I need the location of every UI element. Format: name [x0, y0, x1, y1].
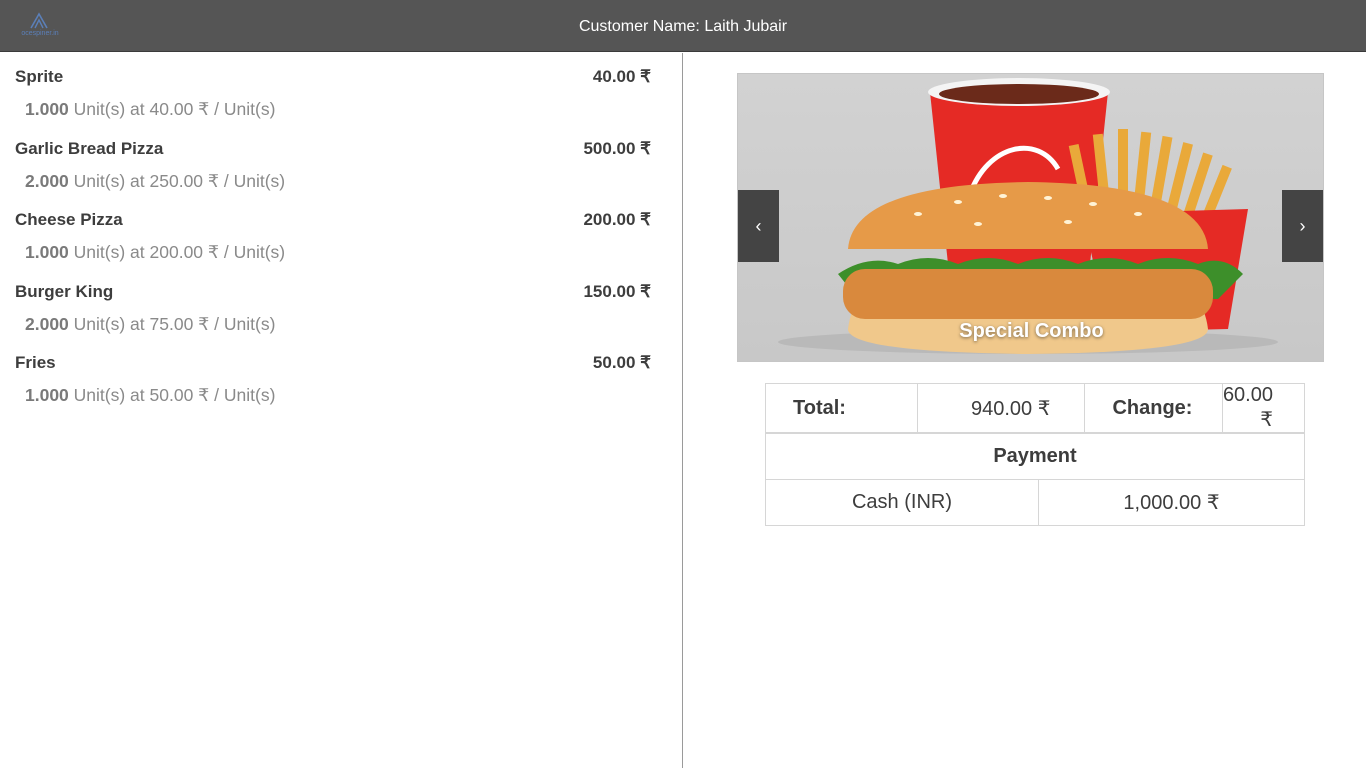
order-line-garlic-bread-pizza[interactable]: Garlic Bread Pizza 500.00 ₹ 2.000 Unit(s…: [0, 125, 682, 197]
order-line-fries[interactable]: Fries 50.00 ₹ 1.000 Unit(s) at 50.00 ₹ /…: [0, 339, 682, 411]
order-line-name: Burger King: [15, 281, 114, 301]
change-value: 60.00 ₹: [1222, 383, 1306, 433]
order-line-detail: 1.000 Unit(s) at 200.00 ₹ / Unit(s): [25, 242, 285, 263]
slider-prev-button[interactable]: ‹: [738, 190, 779, 262]
order-line-detail: 2.000 Unit(s) at 75.00 ₹ / Unit(s): [25, 314, 275, 335]
order-line-price: 200.00 ₹: [583, 210, 651, 229]
order-line-name: Sprite: [15, 67, 64, 86]
order-line-qty: 1.000: [25, 242, 69, 262]
order-line-name: Fries: [15, 353, 56, 372]
combo-meal-image: [738, 74, 1323, 361]
order-line-price: 40.00 ₹: [592, 67, 651, 86]
totals-table: Total: 940.00 ₹ Change: 60.00 ₹: [765, 383, 1306, 433]
order-line-qty: 1.000: [25, 99, 69, 119]
panel-divider: [682, 53, 683, 768]
order-line-unit-info: Unit(s) at 40.00 ₹ / Unit(s): [68, 99, 276, 119]
order-line-cheese-pizza[interactable]: Cheese Pizza 200.00 ₹ 1.000 Unit(s) at 2…: [0, 196, 682, 268]
chevron-right-icon: ›: [1299, 216, 1306, 236]
order-line-detail: 2.000 Unit(s) at 250.00 ₹ / Unit(s): [25, 171, 285, 192]
order-line-name: Garlic Bread Pizza: [15, 138, 164, 158]
order-line-detail: 1.000 Unit(s) at 40.00 ₹ / Unit(s): [25, 99, 275, 120]
order-line-qty: 1.000: [25, 385, 69, 405]
total-label: Total:: [765, 383, 918, 433]
chevron-left-icon: ‹: [755, 216, 762, 236]
total-value: 940.00 ₹: [917, 383, 1086, 433]
order-line-unit-info: Unit(s) at 250.00 ₹ / Unit(s): [68, 170, 286, 191]
order-line-qty: 2.000: [25, 313, 69, 334]
order-line-qty: 2.000: [25, 170, 69, 191]
order-line-name: Cheese Pizza: [15, 210, 123, 229]
top-bar: ocespiner.in Customer Name: Laith Jubair: [0, 0, 1366, 52]
order-line-price: 50.00 ₹: [592, 353, 651, 372]
order-lines: Sprite 40.00 ₹ 1.000 Unit(s) at 40.00 ₹ …: [0, 53, 682, 411]
slider-next-button[interactable]: ›: [1282, 190, 1323, 262]
order-line-unit-info: Unit(s) at 50.00 ₹ / Unit(s): [68, 385, 276, 405]
payment-amount: 1,000.00 ₹: [1038, 479, 1305, 526]
order-line-price: 500.00 ₹: [583, 138, 651, 158]
order-line-unit-info: Unit(s) at 200.00 ₹ / Unit(s): [68, 242, 286, 262]
order-line-burger-king[interactable]: Burger King 150.00 ₹ 2.000 Unit(s) at 75…: [0, 268, 682, 340]
payment-table: Payment Cash (INR) 1,000.00 ₹: [765, 433, 1305, 526]
payment-method: Cash (INR): [765, 479, 1039, 526]
change-label: Change:: [1084, 383, 1223, 433]
order-line-detail: 1.000 Unit(s) at 50.00 ₹ / Unit(s): [25, 385, 275, 406]
slider-caption: Special Combo: [959, 320, 1104, 342]
order-line-price: 150.00 ₹: [583, 281, 651, 301]
promo-slider: ‹ › Special Combo: [737, 73, 1324, 362]
order-line-unit-info: Unit(s) at 75.00 ₹ / Unit(s): [68, 313, 276, 334]
payment-heading: Payment: [765, 433, 1305, 480]
order-line-sprite[interactable]: Sprite 40.00 ₹ 1.000 Unit(s) at 40.00 ₹ …: [0, 53, 682, 125]
customer-name: Customer Name: Laith Jubair: [578, 18, 788, 35]
